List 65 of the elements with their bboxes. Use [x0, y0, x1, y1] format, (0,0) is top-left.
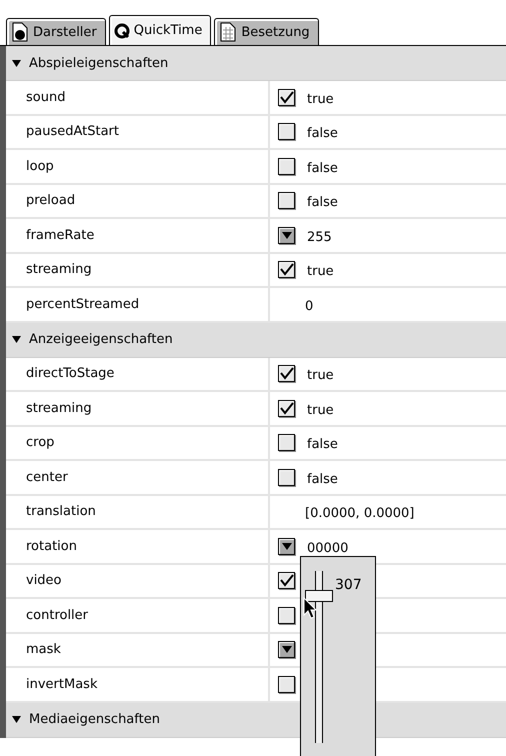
checkbox[interactable]: [278, 468, 295, 486]
property-name: pausedAtStart: [6, 116, 270, 148]
checkbox[interactable]: [278, 88, 295, 106]
property-value: false: [307, 160, 338, 176]
cursor-icon: [303, 597, 317, 619]
caret-icon: [282, 542, 292, 550]
checkbox[interactable]: [278, 572, 295, 590]
checkbox[interactable]: [278, 192, 295, 210]
checkbox[interactable]: [278, 158, 295, 175]
section-title: Anzeigeeigenschaften: [29, 332, 173, 347]
property-value: false: [307, 195, 338, 210]
expanded-arrow-icon[interactable]: [12, 715, 21, 724]
property-name: video: [6, 564, 270, 597]
property-value: false: [307, 126, 338, 142]
property-value: 255: [307, 230, 332, 245]
property-value: [0.0000, 0.0000]: [305, 506, 414, 522]
caret-icon: [282, 646, 292, 654]
property-value: true: [307, 402, 334, 418]
slider-thumb[interactable]: [305, 590, 333, 602]
section-title: Mediaeigenschaften: [29, 712, 160, 727]
caret-icon: [282, 232, 292, 239]
property-value: true: [307, 368, 334, 384]
checkbox[interactable]: [278, 606, 295, 624]
section-header[interactable]: Anzeigeeigenschaften: [6, 322, 506, 358]
property-value: 00000: [307, 540, 348, 556]
grid-document-icon: [219, 22, 238, 42]
property-name: translation: [6, 496, 270, 528]
slider-value: 307: [335, 577, 362, 593]
property-name: mask: [6, 634, 270, 666]
checkbox[interactable]: [278, 400, 295, 417]
property-name: rotation: [6, 530, 270, 562]
property-name: directToStage: [6, 358, 270, 390]
property-name: sound: [6, 81, 270, 114]
property-name: preload: [6, 184, 270, 217]
property-name: streaming: [6, 392, 270, 424]
dropdown-button[interactable]: [278, 641, 295, 658]
property-name: invertMask: [6, 668, 270, 700]
property-name: crop: [6, 426, 270, 459]
property-value: 0: [305, 298, 314, 314]
document-icon: [11, 22, 29, 42]
tab[interactable]: QuickTime: [108, 15, 212, 45]
checkbox[interactable]: [278, 365, 295, 382]
property-value: false: [307, 437, 338, 452]
checkbox[interactable]: [278, 261, 295, 278]
checkbox[interactable]: [278, 123, 295, 140]
dropdown-button[interactable]: [278, 226, 295, 244]
property-name: loop: [6, 150, 270, 182]
property-name: frameRate: [6, 219, 270, 252]
expanded-arrow-icon[interactable]: [12, 58, 21, 68]
property-value: false: [307, 472, 338, 487]
quicktime-icon: [114, 22, 130, 38]
property-name: controller: [6, 599, 270, 632]
expanded-arrow-icon[interactable]: [12, 335, 21, 344]
property-value: true: [307, 264, 334, 280]
checkbox[interactable]: [278, 434, 295, 452]
dropdown-button[interactable]: [278, 538, 295, 555]
property-name: streaming: [6, 254, 270, 286]
section-title: Abspieleigenschaften: [29, 56, 168, 70]
property-name: percentStreamed: [6, 288, 270, 320]
tab[interactable]: Darsteller: [6, 18, 106, 45]
checkbox[interactable]: [278, 676, 295, 693]
section-header[interactable]: Abspieleigenschaften: [6, 46, 506, 81]
property-value: true: [307, 92, 334, 107]
property-name: center: [6, 461, 270, 494]
tab[interactable]: Besetzung: [214, 18, 319, 45]
